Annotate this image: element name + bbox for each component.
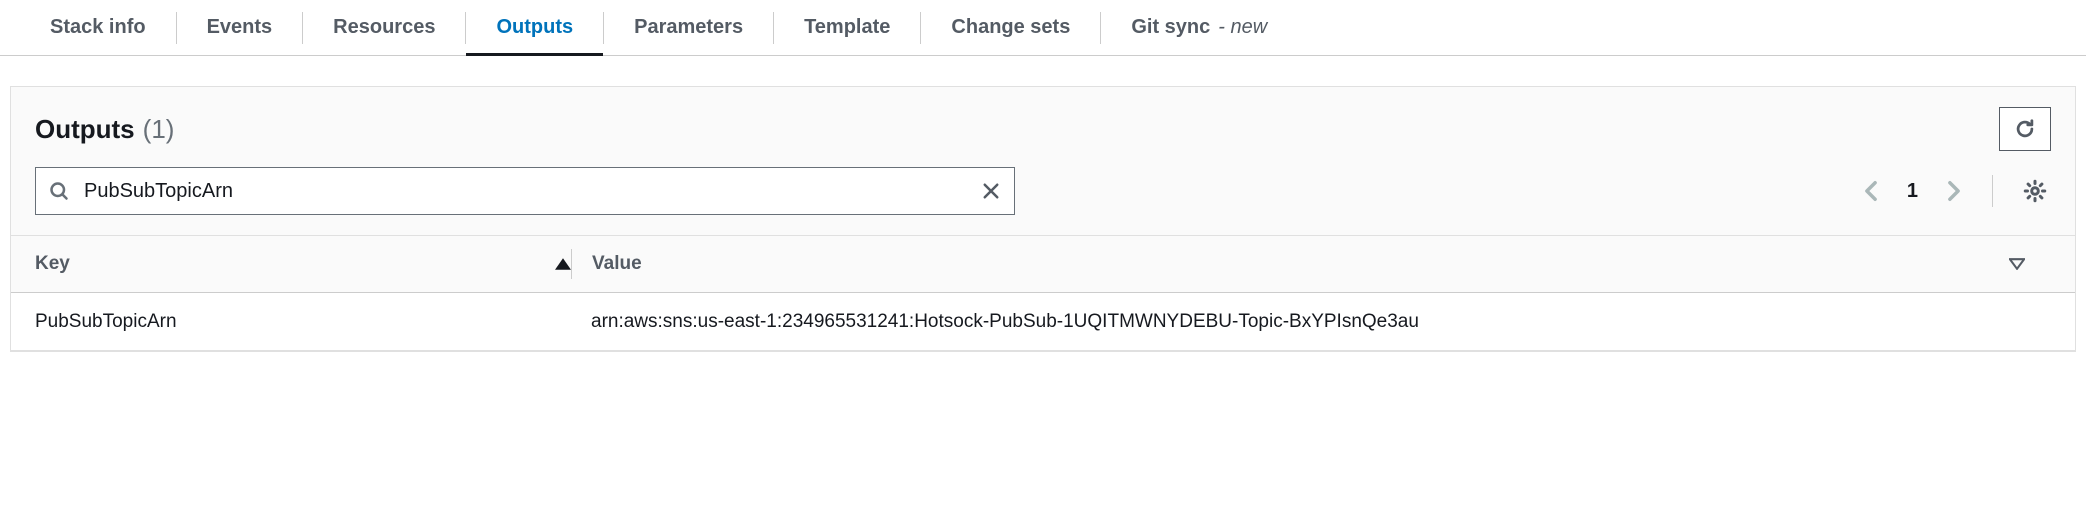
pagination-divider: [1992, 175, 1993, 207]
search-wrap: [35, 167, 1015, 215]
pagination: 1: [1859, 175, 2051, 207]
page-number: 1: [1901, 180, 1924, 203]
column-label: Key: [35, 253, 70, 275]
tab-label: Events: [207, 16, 273, 39]
tab-template[interactable]: Template: [774, 0, 920, 55]
panel-title-wrap: Outputs (1): [35, 114, 174, 145]
controls-row: 1: [11, 167, 2075, 235]
sort-none-icon: [2009, 258, 2025, 270]
outputs-panel: Outputs (1): [10, 86, 2076, 352]
refresh-icon: [2014, 118, 2036, 140]
tabs-bar: Stack info Events Resources Outputs Para…: [0, 0, 2086, 56]
column-header-key[interactable]: Key: [31, 253, 571, 275]
tab-label: Stack info: [50, 16, 146, 39]
tab-stack-info[interactable]: Stack info: [20, 0, 176, 55]
tab-label: Resources: [333, 16, 435, 39]
tab-label: Parameters: [634, 16, 743, 39]
search-input[interactable]: [35, 167, 1015, 215]
panel-count: (1): [143, 114, 175, 145]
tab-git-sync[interactable]: Git sync - new: [1101, 0, 1297, 55]
cell-value: arn:aws:sns:us-east-1:234965531241:Hotso…: [571, 311, 2055, 333]
tab-events[interactable]: Events: [177, 0, 303, 55]
clear-icon[interactable]: [981, 181, 1001, 201]
gear-icon: [2023, 179, 2047, 203]
tab-change-sets[interactable]: Change sets: [921, 0, 1100, 55]
page-prev-button[interactable]: [1859, 179, 1883, 203]
column-divider: [571, 249, 572, 279]
tab-badge-new: - new: [1218, 16, 1267, 39]
tab-label: Outputs: [496, 16, 573, 39]
tab-label: Git sync: [1131, 16, 1210, 39]
table-row: PubSubTopicArn arn:aws:sns:us-east-1:234…: [11, 293, 2075, 351]
settings-button[interactable]: [2019, 175, 2051, 207]
tab-parameters[interactable]: Parameters: [604, 0, 773, 55]
table-header: Key Value: [11, 235, 2075, 293]
panel-header: Outputs (1): [11, 87, 2075, 167]
page-next-button[interactable]: [1942, 179, 1966, 203]
tab-label: Template: [804, 16, 890, 39]
tab-resources[interactable]: Resources: [303, 0, 465, 55]
refresh-button[interactable]: [1999, 107, 2051, 151]
sort-asc-icon: [555, 258, 571, 270]
column-label: Value: [592, 253, 642, 275]
panel-title: Outputs: [35, 114, 135, 145]
cell-key: PubSubTopicArn: [31, 311, 571, 333]
tab-label: Change sets: [951, 16, 1070, 39]
column-header-value[interactable]: Value: [592, 253, 2055, 275]
tab-outputs[interactable]: Outputs: [466, 0, 603, 55]
